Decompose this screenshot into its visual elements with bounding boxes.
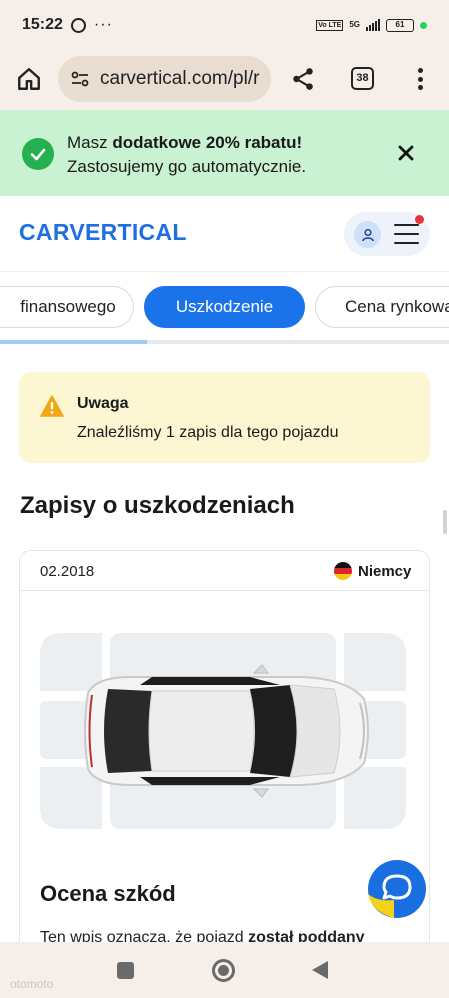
- promo-subtext: Zastosujemy go automatycznie.: [67, 157, 307, 176]
- checkmark-icon: [22, 138, 54, 170]
- page-scrollbar[interactable]: [443, 510, 447, 534]
- hamburger-menu-icon[interactable]: [394, 224, 419, 244]
- home-nav-icon[interactable]: [212, 959, 235, 982]
- promo-banner: Masz dodatkowe 20% rabatu! Zastosujemy g…: [0, 110, 449, 196]
- share-icon[interactable]: [290, 66, 316, 92]
- warning-title: Uwaga: [77, 395, 129, 412]
- zone-front-left: [40, 633, 102, 691]
- battery-icon: 61: [386, 18, 414, 32]
- warning-text: Znaleźliśmy 1 zapis dla tego pojazdu: [77, 424, 339, 441]
- whatsapp-icon: [70, 17, 86, 33]
- more-notifications-icon: ···: [93, 16, 113, 33]
- network-type: 5G: [349, 20, 360, 29]
- home-icon[interactable]: [16, 66, 42, 92]
- zone-rear-right: [344, 767, 406, 829]
- browser-menu-icon[interactable]: [412, 66, 428, 92]
- zone-rear-left: [344, 633, 406, 691]
- warning-icon: [40, 395, 64, 417]
- tabs-scroll-indicator: [0, 340, 147, 344]
- watermark-text: otomoto: [10, 977, 54, 991]
- status-bar: 15:22 ··· Vo LTE 5G 61: [0, 0, 449, 50]
- car-top-view: [84, 664, 369, 798]
- status-time: 15:22: [22, 16, 63, 33]
- recents-icon[interactable]: [117, 962, 134, 979]
- volte-icon: Vo LTE: [316, 19, 344, 31]
- tab-finansowego[interactable]: finansowego: [0, 286, 134, 328]
- tab-uszkodzenie[interactable]: Uszkodzenie: [144, 286, 305, 328]
- record-header: 02.2018 Niemcy: [20, 551, 429, 591]
- notification-dot: [415, 215, 424, 224]
- tab-cena-rynkowa[interactable]: Cena rynkowa: [315, 286, 449, 328]
- privacy-dot-icon: [420, 21, 427, 29]
- account-menu-pill[interactable]: [344, 212, 430, 256]
- site-header: CARVERTICAL: [0, 196, 449, 272]
- url-text[interactable]: carvertical.com/pl/r: [100, 68, 259, 90]
- carvertical-logo[interactable]: CARVERTICAL: [19, 219, 187, 246]
- tab-switcher-button[interactable]: 38: [351, 67, 374, 90]
- chat-support-button[interactable]: [368, 860, 426, 918]
- germany-flag-icon: [334, 562, 352, 580]
- browser-toolbar: carvertical.com/pl/r 38: [0, 50, 449, 110]
- address-bar[interactable]: carvertical.com/pl/r: [58, 56, 271, 102]
- assessment-title: Ocena szkód: [40, 881, 176, 906]
- user-icon[interactable]: [354, 221, 381, 248]
- car-damage-diagram: [40, 633, 406, 829]
- signal-icon: [366, 19, 380, 31]
- site-settings-icon[interactable]: [70, 69, 90, 89]
- system-nav-bar: [0, 942, 449, 998]
- record-country: Niemcy: [358, 563, 412, 580]
- close-icon[interactable]: [397, 144, 415, 162]
- record-date: 02.2018: [40, 563, 95, 580]
- warning-alert: Uwaga Znaleźliśmy 1 zapis dla tego pojaz…: [19, 372, 430, 463]
- section-tabs: finansowego Uszkodzenie Cena rynkowa: [0, 272, 449, 342]
- back-icon[interactable]: [311, 960, 329, 980]
- promo-headline: Masz dodatkowe 20% rabatu!: [67, 133, 303, 152]
- page-section-title: Zapisy o uszkodzeniach: [20, 492, 295, 519]
